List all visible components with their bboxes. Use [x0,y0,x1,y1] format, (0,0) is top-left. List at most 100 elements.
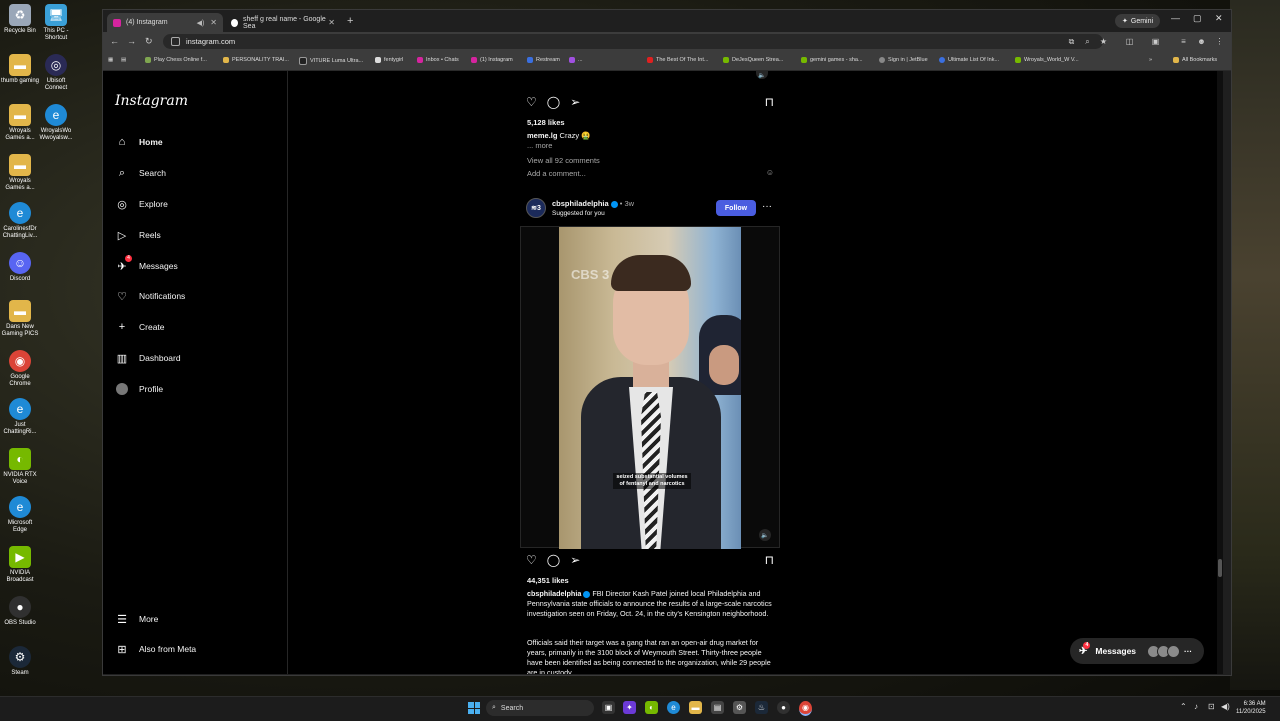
instagram-logo[interactable]: Instagram [115,93,188,109]
follow-button[interactable]: Follow [716,200,756,216]
apps-grid-icon[interactable]: ▦ [108,57,113,63]
obs-icon[interactable]: ● [777,701,790,714]
add-comment-input[interactable]: Add a comment... [527,169,586,178]
desktop-icon-wroyals-games[interactable]: ▬ Wroyals Games a... [0,104,40,142]
nav-messages[interactable]: ✈ 4 Messages [115,255,280,277]
desktop-icon-just-chatting[interactable]: e Just ChattingRi... [0,398,40,436]
chrome-icon[interactable]: ◉ [799,701,812,716]
desktop-icon-thumb-gaming[interactable]: ▬ thumb gaming [0,54,40,85]
bookmark-item[interactable]: Ultimate List Of Ink... [939,57,999,63]
more-options-icon[interactable]: ··· [762,201,772,212]
mute-icon[interactable]: 🔈 [756,71,768,79]
task-view-icon[interactable]: ▣ [602,701,615,714]
like-heart-icon[interactable]: ♡ [526,553,537,567]
likes-count[interactable]: 5,128 likes [527,118,565,127]
share-icon[interactable]: ➢ [570,553,580,567]
settings-gear-icon[interactable]: ⚙ [733,701,746,714]
tray-chevron-icon[interactable]: ⌃ [1180,702,1187,711]
nav-home[interactable]: ⌂ Home [115,131,280,153]
menu-kebab-icon[interactable]: ⋮ [1215,37,1224,46]
forward-icon[interactable]: → [127,36,136,46]
all-bookmarks[interactable]: All Bookmarks [1173,57,1217,63]
taskbar-search[interactable]: ⌕ Search [486,700,594,716]
network-icon[interactable]: ⊡ [1208,702,1215,711]
desktop-icon-dans-pics[interactable]: ▬ Dans New Gaming PICS [0,300,40,338]
bookmark-item[interactable]: gemini games - sha... [801,57,863,63]
comment-icon[interactable]: ◯ [547,553,560,567]
bookmark-item[interactable]: Restream [527,57,560,63]
scrollbar-thumb[interactable] [1218,559,1222,577]
comment-icon[interactable]: ◯ [547,95,560,109]
view-comments-link[interactable]: View all 92 comments [527,156,600,165]
bookmark-item[interactable]: Play Chess Online f... [145,57,207,63]
nvidia-icon[interactable]: ◐ [645,701,658,714]
install-app-icon[interactable]: ⧉ [1067,37,1076,46]
desktop-icon-obs[interactable]: ● OBS Studio [0,596,40,627]
tab-instagram[interactable]: (4) Instagram ◀) ✕ [107,13,223,32]
share-icon[interactable]: ➢ [570,95,580,109]
site-info-icon[interactable] [171,37,180,46]
bookmark-item[interactable]: DeJesQueen Strea... [723,57,783,63]
scrollbar[interactable] [1217,71,1223,674]
bookmark-item[interactable]: The Best Of The Int... [647,57,708,63]
gemini-button[interactable]: ✦ Gemini [1115,14,1161,28]
store-icon[interactable]: ▤ [711,701,724,714]
nav-dashboard[interactable]: ▥ Dashboard [115,347,280,369]
profile-icon[interactable]: ☻ [1197,37,1206,46]
desktop-icon-chrome[interactable]: ◉ Google Chrome [0,350,40,388]
nav-more[interactable]: ☰ More [115,608,280,630]
desktop-icon-edge[interactable]: e Microsoft Edge [0,496,40,534]
bookmark-item[interactable]: Wroyals_World_W V... [1015,57,1079,63]
save-bookmark-icon[interactable]: ⊓ [765,553,774,567]
nav-search[interactable]: ⌕ Search [115,162,280,184]
desktop-icon-ubisoft[interactable]: ◎ Ubisoft Connect [36,54,76,92]
file-explorer-icon[interactable]: ▬ [689,701,702,714]
caption-more-link[interactable]: ... more [527,141,552,150]
new-tab-plus-icon[interactable]: + [347,15,353,27]
minimize-icon[interactable]: — [1171,13,1180,23]
edge-icon[interactable]: e [667,701,680,714]
tab-google-search[interactable]: sheff g real name - Google Sea ✕ [225,13,341,32]
mute-icon[interactable]: 🔈 [759,529,771,541]
bookmark-item[interactable]: Inbox • Chats [417,57,459,63]
maximize-icon[interactable]: ▢ [1193,13,1202,24]
sidepanel-icon[interactable]: ▣ [1151,37,1160,46]
avatar[interactable]: ≋3 [526,198,546,218]
nav-also-from-meta[interactable]: ⊞ Also from Meta [115,638,280,660]
desktop-icon-wroyalswo[interactable]: e WroyalsWo Wwoyalsw... [36,104,76,142]
bookmarks-overflow-icon[interactable]: » [1149,57,1152,63]
back-icon[interactable]: ← [110,36,119,46]
tab-groups-icon[interactable]: ▤ [121,57,126,63]
nav-profile[interactable]: Profile [115,378,280,400]
reload-icon[interactable]: ↻ [145,36,153,47]
zoom-icon[interactable]: ⌕ [1083,37,1092,46]
close-tab-icon[interactable]: ✕ [328,18,335,27]
address-bar[interactable]: instagram.com [163,34,1103,49]
desktop-icon-this-pc[interactable]: 🖥 This PC - Shortcut [36,4,76,42]
emoji-icon[interactable]: ☺ [766,168,774,177]
close-tab-icon[interactable]: ✕ [210,18,217,27]
post-media[interactable]: CBS 3 seized substantial volumes of fent… [520,226,780,549]
desktop-icon-discord[interactable]: ☺ Discord [0,252,40,283]
bookmark-item[interactable]: VITURE Luma Ultra... [299,57,363,65]
post-username[interactable]: cbsphiladelphia • 3w [552,199,634,208]
like-heart-icon[interactable]: ♡ [526,95,537,109]
audio-icon[interactable]: ◀) [197,19,205,27]
video-frame[interactable]: CBS 3 seized substantial volumes of fent… [559,227,741,549]
desktop-icon-rtx-voice[interactable]: ◐ NVIDIA RTX Voice [0,448,40,486]
messages-pill[interactable]: ✈ 4 Messages ··· [1070,638,1204,664]
desktop-icon-carolines[interactable]: e CarolinesfDr ChattingLiv... [0,202,40,240]
desktop-icon-wroyals-games-2[interactable]: ▬ Wroyals Games a... [0,154,40,192]
nav-notifications[interactable]: ♡ Notifications [115,285,280,307]
volume-icon[interactable]: ◀) [1221,702,1230,711]
clock[interactable]: 6:36 AM 11/20/2025 [1236,700,1266,716]
bookmark-item[interactable]: PERSONALITY TRAI... [223,57,289,63]
copilot-icon[interactable]: ✦ [623,701,636,714]
likes-count[interactable]: 44,351 likes [527,576,569,585]
windows-start-icon[interactable] [468,702,480,714]
bookmark-item[interactable]: Sign in | JetBlue [879,57,928,63]
bookmark-item[interactable]: ... [569,57,583,63]
bookmark-item[interactable]: (1) Instagram [471,57,513,63]
steam-icon[interactable]: ♨ [755,701,768,714]
desktop-icon-nvidia-broadcast[interactable]: ▶ NVIDIA Broadcast [0,546,40,584]
